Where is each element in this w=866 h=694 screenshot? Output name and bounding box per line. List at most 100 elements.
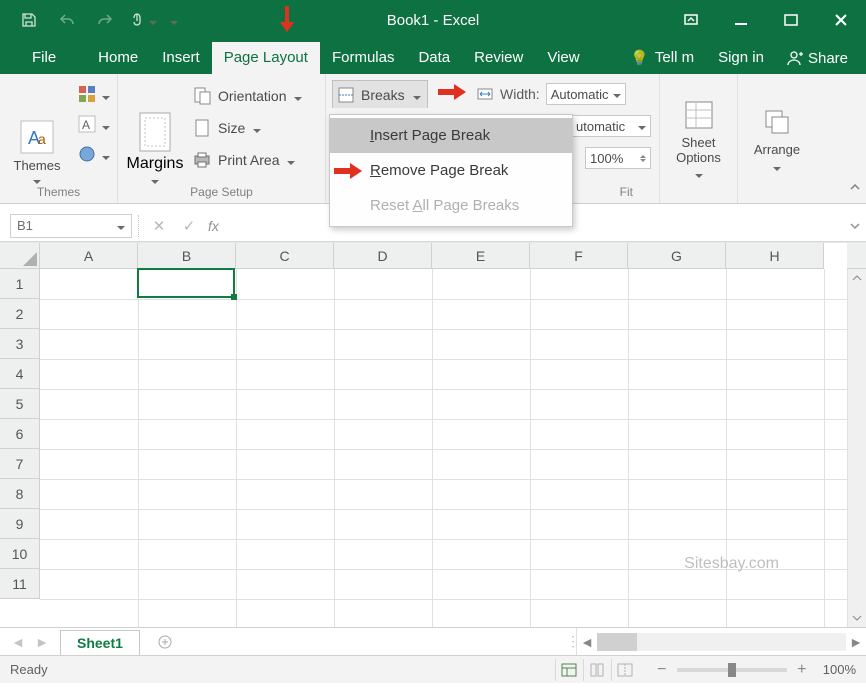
breaks-button[interactable]: Breaks [332, 80, 428, 108]
close-icon[interactable] [816, 0, 866, 40]
undo-icon[interactable] [48, 0, 86, 40]
width-label: Width: [500, 86, 540, 102]
menu-remove-page-break[interactable]: Remove Page Break [330, 153, 572, 188]
zoom-in-button[interactable]: + [795, 661, 809, 679]
tab-file[interactable]: File [20, 42, 68, 74]
scroll-up-icon[interactable] [848, 269, 866, 287]
zoom-level[interactable]: 100% [823, 662, 856, 677]
group-label-themes: Themes [6, 183, 111, 201]
orientation-button[interactable]: Orientation [188, 82, 306, 110]
theme-fonts-button[interactable]: A [72, 112, 102, 136]
row-headers: 1234567891011 [0, 269, 40, 627]
active-cell-outline [137, 268, 235, 298]
row-header[interactable]: 11 [0, 569, 40, 599]
tab-data[interactable]: Data [406, 42, 462, 74]
sheet-nav-prev-icon[interactable]: ◄ [6, 634, 30, 650]
select-all-corner[interactable] [0, 243, 40, 269]
margins-button[interactable]: Margins [124, 78, 186, 183]
orientation-icon [192, 86, 212, 106]
collapse-ribbon-icon[interactable] [848, 180, 862, 199]
cells-area[interactable]: Sitesbay.com [40, 269, 847, 627]
row-header[interactable]: 8 [0, 479, 40, 509]
touch-mode-icon[interactable] [124, 0, 162, 40]
print-area-button[interactable]: Print Area [188, 146, 306, 174]
column-header[interactable]: B [138, 243, 236, 269]
column-header[interactable]: D [334, 243, 432, 269]
minimize-icon[interactable] [716, 0, 766, 40]
annotation-arrow-remove-icon [334, 163, 362, 183]
scroll-down-icon[interactable] [848, 609, 866, 627]
height-select[interactable]: utomatic [571, 115, 651, 137]
ribbon-display-icon[interactable] [666, 0, 716, 40]
sheet-tab-bar: ◄ ► Sheet1 ⋮ ◄ ► [0, 627, 866, 655]
fill-handle[interactable] [231, 294, 237, 300]
row-header[interactable]: 10 [0, 539, 40, 569]
normal-view-icon[interactable] [555, 659, 583, 681]
row-header[interactable]: 7 [0, 449, 40, 479]
annotation-arrow-breaks-icon [438, 84, 466, 105]
title-bar: Book1 - Excel [0, 0, 866, 40]
insert-function-icon[interactable]: fx [208, 218, 219, 234]
themes-icon: Aa [18, 118, 56, 156]
expand-formula-bar-icon[interactable] [844, 220, 866, 232]
zoom-slider[interactable]: − + [655, 661, 809, 679]
theme-effects-button[interactable] [72, 142, 102, 166]
row-header[interactable]: 6 [0, 419, 40, 449]
status-bar: Ready − + 100% [0, 655, 866, 683]
column-headers: ABCDEFGH [40, 243, 847, 269]
scroll-left-icon[interactable]: ◄ [577, 634, 597, 650]
scale-spinner[interactable]: 100% [585, 147, 651, 169]
column-header[interactable]: H [726, 243, 824, 269]
ribbon-tabs: File Home Insert Page Layout Formulas Da… [0, 40, 866, 74]
tab-review[interactable]: Review [462, 42, 535, 74]
size-button[interactable]: Size [188, 114, 306, 142]
redo-icon[interactable] [86, 0, 124, 40]
row-header[interactable]: 3 [0, 329, 40, 359]
column-header[interactable]: C [236, 243, 334, 269]
tab-formulas[interactable]: Formulas [320, 42, 407, 74]
sheet-options-button[interactable]: SheetOptions [666, 78, 731, 197]
save-icon[interactable] [10, 0, 48, 40]
column-header[interactable]: G [628, 243, 726, 269]
new-sheet-button[interactable] [150, 631, 180, 653]
name-box[interactable]: B1 [10, 214, 132, 238]
row-header[interactable]: 5 [0, 389, 40, 419]
theme-colors-button[interactable] [72, 82, 102, 106]
share-button[interactable]: Share [776, 43, 858, 73]
width-icon [476, 85, 494, 103]
column-header[interactable]: E [432, 243, 530, 269]
tell-me-input[interactable]: Tell m [651, 42, 706, 74]
svg-text:a: a [38, 131, 46, 147]
horizontal-scrollbar[interactable]: ◄ ► [576, 628, 866, 655]
menu-insert-page-break[interactable]: Insert Page Break [330, 118, 572, 153]
margins-icon [136, 111, 174, 153]
tab-view[interactable]: View [535, 42, 591, 74]
row-header[interactable]: 4 [0, 359, 40, 389]
row-header[interactable]: 9 [0, 509, 40, 539]
sheet-nav-next-icon[interactable]: ► [30, 634, 54, 650]
page-break-view-icon[interactable] [611, 659, 639, 681]
column-header[interactable]: A [40, 243, 138, 269]
sheet-tab-sheet1[interactable]: Sheet1 [60, 630, 140, 655]
themes-button[interactable]: Aa Themes [6, 78, 68, 183]
window-controls [666, 0, 866, 40]
tab-insert[interactable]: Insert [150, 42, 212, 74]
tab-home[interactable]: Home [86, 42, 150, 74]
width-select[interactable]: Automatic [546, 83, 626, 105]
tab-page-layout[interactable]: Page Layout [212, 42, 320, 74]
row-header[interactable]: 2 [0, 299, 40, 329]
page-layout-view-icon[interactable] [583, 659, 611, 681]
maximize-icon[interactable] [766, 0, 816, 40]
lightbulb-icon: 💡 [630, 49, 649, 67]
column-header[interactable]: F [530, 243, 628, 269]
zoom-out-button[interactable]: − [655, 661, 669, 679]
group-label-page-setup: Page Setup [124, 183, 319, 201]
qat-customize-icon[interactable] [162, 0, 186, 40]
watermark-text: Sitesbay.com [684, 555, 779, 573]
sign-in-button[interactable]: Sign in [706, 42, 776, 74]
vertical-scrollbar[interactable] [847, 269, 866, 627]
arrange-button[interactable]: Arrange [744, 78, 810, 197]
row-header[interactable]: 1 [0, 269, 40, 299]
fonts-icon: A [77, 114, 97, 134]
scroll-right-icon[interactable]: ► [846, 634, 866, 650]
